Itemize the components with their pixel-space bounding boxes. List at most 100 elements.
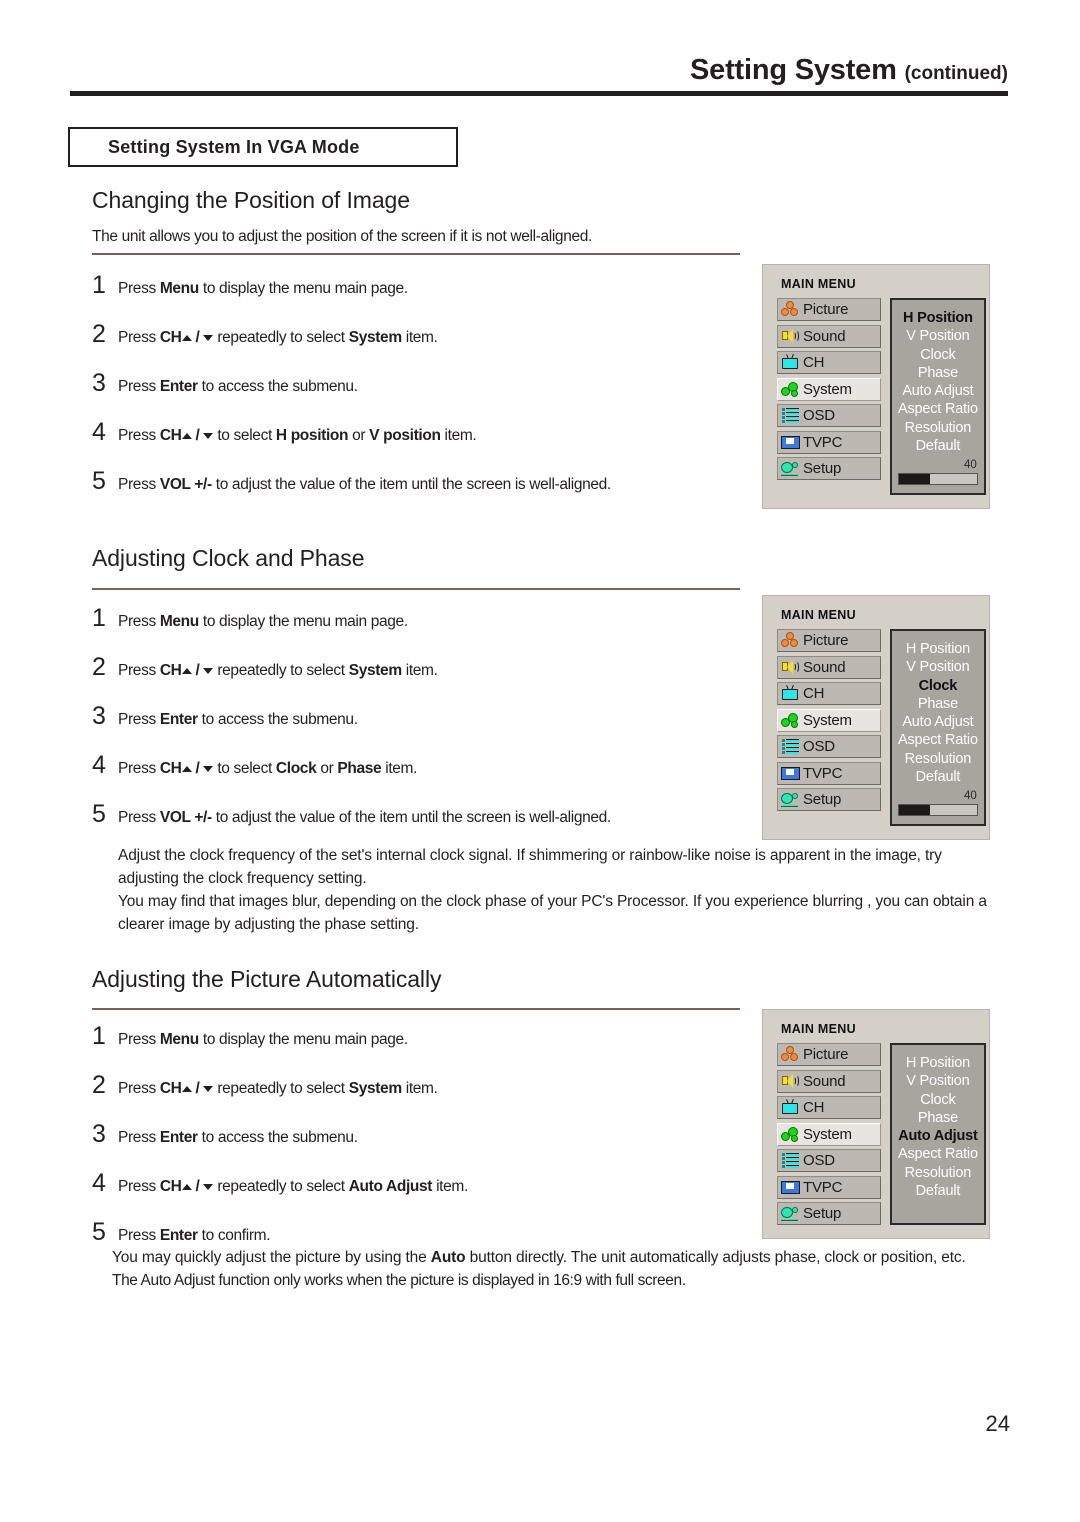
osd-category-list: Picture Sound CH System OSD TVPC Setup — [777, 298, 881, 495]
osd-item-setup[interactable]: Setup — [777, 1202, 881, 1225]
submenu-item-phase[interactable]: Phase — [898, 1109, 978, 1127]
step-number: 4 — [92, 750, 106, 779]
submenu-item-phase[interactable]: Phase — [898, 364, 978, 382]
section-intro: The unit allows you to adjust the positi… — [92, 228, 592, 246]
submenu-item-clock[interactable]: Clock — [898, 677, 978, 695]
osd-item-label: System — [803, 711, 852, 729]
step-number: 2 — [92, 1070, 106, 1099]
submenu-item-auto-adjust[interactable]: Auto Adjust — [898, 1127, 978, 1145]
submenu-item-v-position[interactable]: V Position — [898, 658, 978, 676]
list-item: 3 Press Enter to access the submenu. — [92, 369, 740, 398]
osd-item-ch[interactable]: CH — [777, 682, 881, 705]
osd-icon — [781, 1152, 800, 1169]
osd-item-label: Setup — [803, 460, 842, 477]
section-adjusting-clock-phase: Adjusting Clock and Phase 1 Press Menu t… — [92, 545, 740, 829]
osd-title: MAIN MENU — [781, 1022, 856, 1036]
osd-item-sound[interactable]: Sound — [777, 655, 881, 679]
osd-item-tvpc[interactable]: TVPC — [777, 1175, 881, 1199]
note-auto-adjust: You may quickly adjust the picture by us… — [112, 1247, 1005, 1293]
osd-value: 40 — [964, 790, 977, 803]
note-paragraph: You may quickly adjust the picture by us… — [112, 1249, 966, 1266]
page-number: 24 — [985, 1411, 1010, 1436]
section-adjusting-picture-automatically: Adjusting the Picture Automatically 1 Pr… — [92, 966, 740, 1247]
submenu-item-h-position[interactable]: H Position — [898, 309, 978, 327]
step-text: Press VOL +/- to adjust the value of the… — [118, 475, 611, 493]
osd-item-osd[interactable]: OSD — [777, 735, 881, 758]
osd-item-system[interactable]: System — [777, 377, 881, 401]
osd-submenu: H Position V Position Clock Phase Auto A… — [890, 629, 986, 827]
osd-item-setup[interactable]: Setup — [777, 788, 881, 811]
list-item: 3 Press Enter to access the submenu. — [92, 702, 740, 731]
submenu-item-auto-adjust[interactable]: Auto Adjust — [898, 713, 978, 731]
arrow-up-icon — [181, 667, 192, 674]
step-number: 1 — [92, 603, 106, 632]
submenu-item-resolution[interactable]: Resolution — [898, 419, 978, 437]
submenu-item-aspect-ratio[interactable]: Aspect Ratio — [898, 731, 978, 749]
osd-item-picture[interactable]: Picture — [777, 629, 881, 652]
step-text: Press CH / repeatedly to select System i… — [118, 328, 438, 346]
osd-body: Picture Sound CH System OSD TVPC Setup H… — [777, 1043, 986, 1225]
picture-icon — [781, 301, 800, 318]
step-text: Press VOL +/- to adjust the value of the… — [118, 808, 611, 826]
submenu-item-resolution[interactable]: Resolution — [898, 750, 978, 768]
arrow-down-icon — [203, 1183, 214, 1190]
submenu-item-clock[interactable]: Clock — [898, 346, 978, 364]
section-changing-position: Changing the Position of Image The unit … — [92, 187, 740, 496]
submenu-item-h-position[interactable]: H Position — [898, 640, 978, 658]
setup-icon — [781, 791, 800, 808]
sound-icon — [781, 1073, 800, 1090]
submenu-item-default[interactable]: Default — [898, 768, 978, 786]
page-title: Setting System (continued) — [70, 55, 1008, 85]
osd-item-osd[interactable]: OSD — [777, 404, 881, 427]
submenu-item-auto-adjust[interactable]: Auto Adjust — [898, 382, 978, 400]
picture-icon — [781, 1046, 800, 1063]
step-text: Press Menu to display the menu main page… — [118, 279, 408, 297]
osd-item-label: CH — [803, 354, 825, 371]
osd-progress-bar[interactable] — [898, 473, 978, 486]
osd-item-ch[interactable]: CH — [777, 351, 881, 374]
osd-category-list: Picture Sound CH System OSD TVPC Setup — [777, 1043, 881, 1225]
osd-item-osd[interactable]: OSD — [777, 1149, 881, 1172]
tvpc-icon — [781, 434, 800, 451]
submenu-item-resolution[interactable]: Resolution — [898, 1164, 978, 1182]
arrow-down-icon — [203, 667, 214, 674]
step-text: Press CH / repeatedly to select Auto Adj… — [118, 1177, 468, 1195]
ch-icon — [781, 353, 800, 371]
osd-item-label: Picture — [803, 301, 849, 318]
arrow-up-icon — [181, 765, 192, 772]
step-text: Press CH / to select H position or V pos… — [118, 426, 477, 444]
osd-item-tvpc[interactable]: TVPC — [777, 430, 881, 454]
list-item: 4 Press CH / repeatedly to select Auto A… — [92, 1169, 740, 1198]
step-text: Press CH / repeatedly to select System i… — [118, 661, 438, 679]
submenu-item-h-position[interactable]: H Position — [898, 1054, 978, 1072]
osd-item-ch[interactable]: CH — [777, 1096, 881, 1119]
osd-item-sound[interactable]: Sound — [777, 324, 881, 348]
submenu-item-aspect-ratio[interactable]: Aspect Ratio — [898, 400, 978, 418]
osd-item-tvpc[interactable]: TVPC — [777, 761, 881, 785]
submenu-item-phase[interactable]: Phase — [898, 695, 978, 713]
system-icon — [781, 381, 800, 398]
osd-item-label: Sound — [803, 327, 846, 345]
submenu-item-aspect-ratio[interactable]: Aspect Ratio — [898, 1145, 978, 1163]
submenu-item-default[interactable]: Default — [898, 437, 978, 455]
submenu-item-v-position[interactable]: V Position — [898, 327, 978, 345]
osd-progress-bar[interactable] — [898, 804, 978, 817]
osd-item-label: OSD — [803, 1152, 835, 1169]
osd-item-setup[interactable]: Setup — [777, 457, 881, 480]
section-divider — [92, 588, 740, 590]
osd-item-sound[interactable]: Sound — [777, 1069, 881, 1093]
submenu-item-clock[interactable]: Clock — [898, 1091, 978, 1109]
osd-title: MAIN MENU — [781, 277, 856, 291]
submenu-item-v-position[interactable]: V Position — [898, 1072, 978, 1090]
submenu-item-default[interactable]: Default — [898, 1182, 978, 1200]
osd-item-picture[interactable]: Picture — [777, 1043, 881, 1066]
section-title: Changing the Position of Image — [92, 187, 410, 213]
osd-item-system[interactable]: System — [777, 1122, 881, 1146]
osd-item-picture[interactable]: Picture — [777, 298, 881, 321]
picture-icon — [781, 632, 800, 649]
osd-item-label: OSD — [803, 738, 835, 755]
list-item: 2 Press CH / repeatedly to select System… — [92, 320, 740, 349]
osd-item-system[interactable]: System — [777, 708, 881, 732]
osd-item-label: TVPC — [803, 764, 843, 782]
section-title: Adjusting the Picture Automatically — [92, 966, 442, 992]
